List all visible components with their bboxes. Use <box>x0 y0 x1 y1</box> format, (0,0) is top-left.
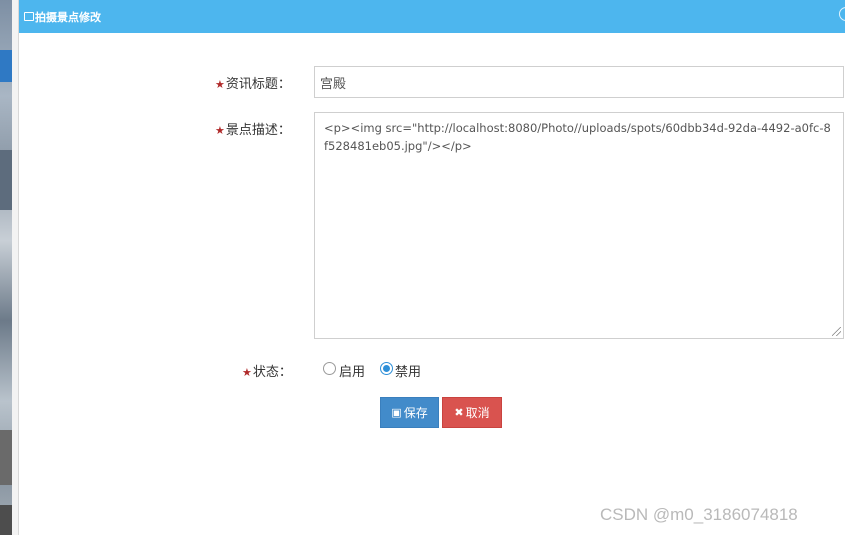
status-disable-label[interactable]: 禁用 <box>395 361 421 380</box>
required-star-icon: ★ <box>215 78 225 91</box>
window-icon <box>24 12 34 21</box>
save-button-label: 保存 <box>403 406 428 420</box>
resize-handle-icon[interactable] <box>832 327 841 336</box>
status-disable-radio[interactable] <box>380 362 393 375</box>
save-button[interactable]: ▣ 保存 <box>380 397 439 428</box>
times-icon: ✖ <box>454 406 464 419</box>
status-enable-radio[interactable] <box>323 362 336 375</box>
title-field-label: ★资讯标题： <box>215 73 291 92</box>
watermark: CSDN @m0_3186074818 <box>600 505 798 524</box>
status-label-text: 状态： <box>252 365 292 380</box>
dialog-titlebar[interactable]: 拍摄景点修改 <box>19 0 845 33</box>
status-field-label: ★状态： <box>242 361 292 380</box>
dialog-title: 拍摄景点修改 <box>35 11 101 24</box>
required-star-icon: ★ <box>215 124 225 137</box>
modal-shadow <box>12 0 19 535</box>
background-nav-bar <box>0 50 12 82</box>
close-icon[interactable] <box>839 7 845 21</box>
status-enable-label[interactable]: 启用 <box>339 361 365 380</box>
title-input[interactable]: 宫殿 <box>314 66 844 98</box>
save-icon: ▣ <box>391 406 402 419</box>
cancel-button-label: 取消 <box>465 406 490 420</box>
description-field-label: ★景点描述： <box>215 119 291 138</box>
edit-spot-dialog: 拍摄景点修改 ★资讯标题： 宫殿 ★景点描述： <p><img src="htt… <box>19 0 845 535</box>
description-textarea[interactable]: <p><img src="http://localhost:8080/Photo… <box>314 112 844 339</box>
cancel-button[interactable]: ✖ 取消 <box>442 397 502 428</box>
background-image-strip <box>0 505 12 535</box>
description-label-text: 景点描述： <box>225 123 291 138</box>
background-image-strip <box>0 430 12 485</box>
background-image-strip <box>0 150 12 210</box>
title-label-text: 资讯标题： <box>225 77 291 92</box>
background-page <box>0 0 12 535</box>
description-text: <p><img src="http://localhost:8080/Photo… <box>324 121 831 153</box>
required-star-icon: ★ <box>242 366 252 379</box>
